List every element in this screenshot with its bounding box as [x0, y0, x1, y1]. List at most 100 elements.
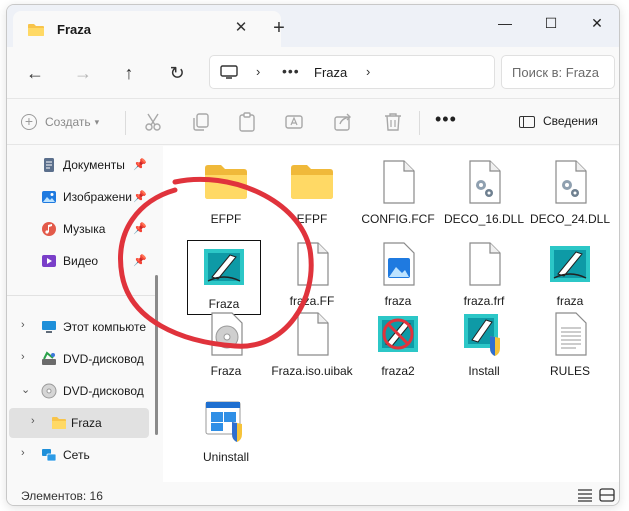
file-item[interactable]: Fraza	[187, 240, 261, 315]
sidebar-item-dvd-drive-2[interactable]: ⌄ DVD-дисковод (	[7, 376, 147, 406]
music-icon	[42, 222, 56, 236]
pin-icon: 📌	[133, 159, 147, 171]
sidebar-item-label: DVD-дисковод (	[63, 384, 147, 398]
file-item[interactable]: Uninstall	[183, 396, 269, 465]
refresh-button[interactable]: ↻	[163, 59, 191, 87]
maximize-button[interactable]: ☐	[537, 11, 565, 35]
large-icons-view-icon[interactable]	[599, 488, 615, 502]
file-name: EFPF	[210, 212, 242, 226]
share-icon[interactable]	[331, 111, 355, 133]
details-view-icon[interactable]	[577, 488, 593, 502]
sidebar-scrollbar[interactable]	[155, 275, 158, 435]
file-name: fraza.frf	[463, 294, 505, 308]
sidebar-item-network[interactable]: › Сеть	[7, 440, 147, 470]
search-input[interactable]: Поиск в: Fraza	[512, 65, 599, 80]
file-name: EFPF	[296, 212, 328, 226]
file-item[interactable]: CONFIG.FCF	[355, 158, 441, 227]
copy-icon[interactable]	[189, 111, 213, 133]
sidebar-item-documents[interactable]: Документы 📌	[7, 150, 147, 180]
file-name: RULES	[549, 364, 590, 378]
file-item[interactable]: fraza	[527, 240, 613, 309]
create-button[interactable]: + Создать ▾	[21, 109, 99, 135]
forward-button[interactable]: →	[69, 59, 97, 87]
file-item[interactable]: fraza.frf	[441, 240, 527, 309]
chevron-right-icon[interactable]: ›	[21, 447, 25, 459]
file-item[interactable]: fraza2	[355, 310, 441, 379]
text-file-icon	[546, 310, 594, 358]
file-item[interactable]: Install	[441, 310, 527, 379]
minimize-button[interactable]: —	[491, 11, 519, 35]
chevron-right-icon[interactable]: ›	[21, 319, 25, 331]
file-item[interactable]: EFPF	[183, 158, 269, 227]
tab-close-button[interactable]: ✕	[231, 18, 251, 38]
blank-file-icon	[374, 158, 422, 206]
documents-icon	[44, 158, 54, 172]
divider	[7, 295, 155, 296]
delete-icon[interactable]	[381, 111, 405, 133]
blank-file-icon	[460, 240, 508, 288]
sidebar-item-this-pc[interactable]: › Этот компьюте	[7, 312, 147, 342]
file-list: EFPF EFPF CONFIG.FCF DECO_16.DLL DECO_24.DLL…	[163, 146, 619, 482]
folder-icon	[288, 158, 336, 206]
sidebar-item-label: DVD-дисковод (	[63, 352, 147, 366]
cut-icon[interactable]	[141, 111, 165, 133]
chevron-right-icon[interactable]: ›	[21, 351, 25, 363]
sidebar-item-label: Документы	[63, 158, 125, 172]
file-name: DECO_16.DLL	[443, 212, 525, 226]
this-pc-icon	[42, 321, 56, 333]
breadcrumb-separator: ›	[256, 64, 261, 79]
blank-file-icon	[288, 240, 336, 288]
breadcrumb-fraza[interactable]: Fraza	[314, 65, 347, 80]
tab-bar: Fraza ✕ + — ☐ ✕	[7, 5, 619, 47]
back-button[interactable]: ←	[21, 59, 49, 87]
address-bar[interactable]: › ••• Fraza ›	[209, 55, 495, 89]
network-icon	[42, 449, 57, 462]
status-bar: Элементов: 16	[7, 482, 619, 505]
file-name: fraza2	[381, 364, 415, 378]
sidebar-item-label: Fraza	[71, 416, 102, 430]
file-item[interactable]: DECO_24.DLL	[527, 158, 613, 227]
file-explorer-window: Fraza ✕ + — ☐ ✕ ← → ↑ ↻ › ••• Fraza › По…	[6, 4, 620, 506]
file-item[interactable]: DECO_16.DLL	[441, 158, 527, 227]
file-name: DECO_24.DLL	[529, 212, 611, 226]
breadcrumb-separator[interactable]: ›	[366, 64, 370, 79]
file-item[interactable]: EFPF	[269, 158, 355, 227]
sidebar-item-dvd-drive-1[interactable]: › DVD-дисковод (	[7, 344, 147, 374]
file-item[interactable]: RULES	[527, 310, 613, 379]
tab-title: Fraza	[57, 22, 91, 37]
chevron-right-icon[interactable]: ›	[31, 415, 35, 427]
file-item[interactable]: fraza.FF	[269, 240, 355, 309]
tab-fraza[interactable]: Fraza ✕	[13, 11, 281, 47]
file-item[interactable]: Fraza	[183, 310, 269, 379]
breadcrumb-more-button[interactable]: •••	[282, 63, 300, 79]
chevron-down-icon: ▾	[94, 116, 100, 127]
pin-icon: 📌	[133, 255, 147, 267]
sidebar-item-label: Сеть	[63, 448, 90, 462]
file-item[interactable]: Fraza.iso.uibak	[269, 310, 355, 379]
file-name: Uninstall	[202, 450, 250, 464]
chevron-down-icon[interactable]: ⌄	[21, 383, 30, 396]
sidebar-item-video[interactable]: Видео 📌	[7, 246, 147, 276]
pictures-icon	[42, 191, 56, 203]
sidebar-item-fraza[interactable]: › Fraza	[9, 408, 149, 438]
rename-icon[interactable]	[283, 111, 307, 133]
fraza-app-icon	[200, 243, 248, 291]
more-options-button[interactable]: •••	[435, 109, 457, 130]
sidebar-item-music[interactable]: Музыка 📌	[7, 214, 147, 244]
close-window-button[interactable]: ✕	[583, 11, 611, 35]
search-box[interactable]: Поиск в: Fraza	[501, 55, 615, 89]
sidebar-item-pictures[interactable]: Изображени 📌	[7, 182, 147, 212]
file-item[interactable]: fraza	[355, 240, 441, 309]
up-button[interactable]: ↑	[115, 59, 143, 87]
new-tab-button[interactable]: +	[267, 17, 291, 41]
fraza2-app-icon	[374, 310, 422, 358]
pin-icon: 📌	[133, 191, 147, 203]
file-name: CONFIG.FCF	[361, 212, 435, 226]
file-name: Fraza	[210, 364, 242, 378]
paste-icon[interactable]	[235, 111, 259, 133]
sidebar-item-label: Музыка	[63, 222, 106, 236]
blank-file-icon	[288, 310, 336, 358]
details-pane-icon	[519, 116, 535, 128]
plus-icon: +	[21, 114, 37, 130]
cd-icon	[202, 310, 250, 358]
